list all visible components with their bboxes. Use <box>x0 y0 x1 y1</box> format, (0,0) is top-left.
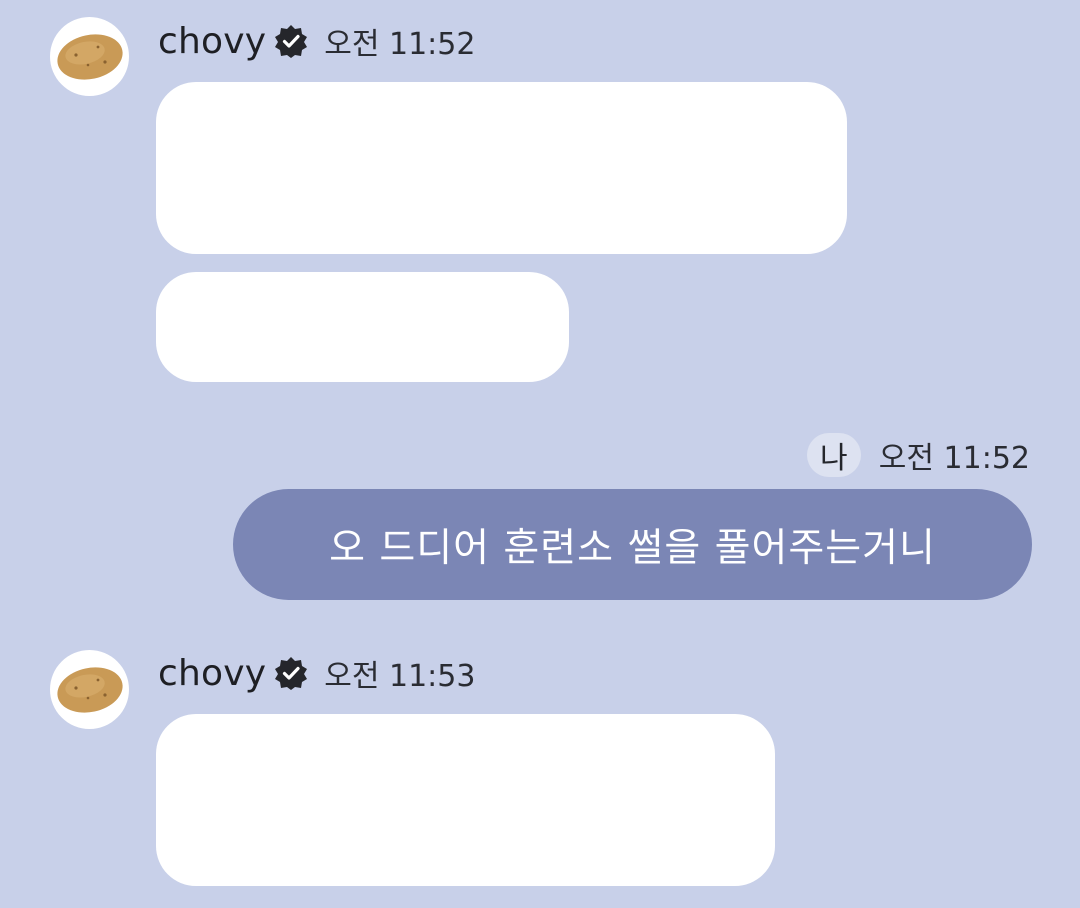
sender-header: chovy 오전 11:53 <box>158 649 475 697</box>
sender-avatar[interactable] <box>50 17 129 96</box>
message-bubble[interactable] <box>156 272 569 382</box>
me-label: 나 <box>806 433 861 477</box>
my-message-header: 나 오전 11:52 <box>806 432 1030 478</box>
potato-avatar-icon <box>57 667 123 713</box>
sender-name[interactable]: chovy <box>158 653 266 694</box>
message-bubble[interactable] <box>156 714 775 886</box>
message-time: 오전 11:52 <box>324 27 476 62</box>
message-time: 오전 11:53 <box>324 659 476 694</box>
verified-badge-icon <box>274 656 308 690</box>
potato-avatar-icon <box>57 34 123 80</box>
verified-badge-icon <box>274 24 308 58</box>
sender-avatar[interactable] <box>50 650 129 729</box>
sender-header: chovy 오전 11:52 <box>158 17 475 65</box>
my-message-bubble[interactable]: 오 드디어 훈련소 썰을 풀어주는거니 <box>233 489 1032 600</box>
message-bubble[interactable] <box>156 82 847 254</box>
sender-name[interactable]: chovy <box>158 21 266 62</box>
message-time: 오전 11:52 <box>878 441 1030 476</box>
